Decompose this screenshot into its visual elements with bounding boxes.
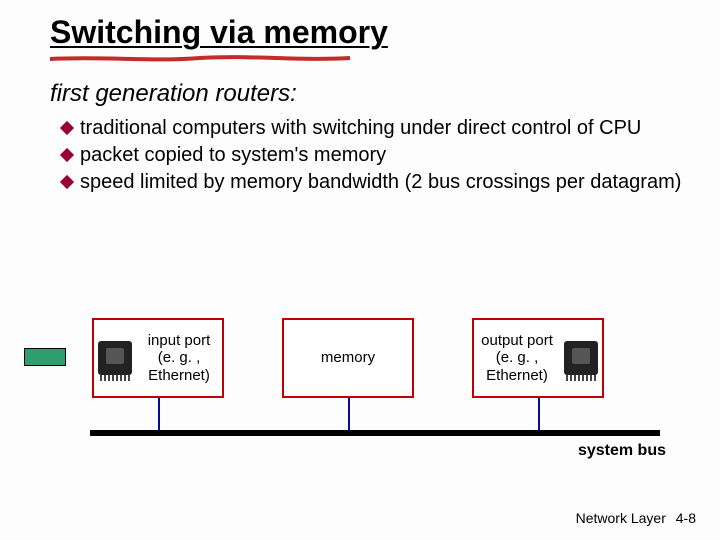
- bullet-list: traditional computers with switching und…: [62, 116, 692, 197]
- memory-box: memory: [282, 318, 414, 398]
- input-port-box: input port (e. g. , Ethernet): [92, 318, 224, 398]
- architecture-diagram: input port (e. g. , Ethernet) memory out…: [20, 290, 700, 460]
- slide-subtitle: first generation routers:: [50, 80, 297, 108]
- system-bus-line: [90, 430, 660, 436]
- system-bus-label: system bus: [578, 442, 666, 460]
- bullet-item: speed limited by memory bandwidth (2 bus…: [62, 170, 692, 195]
- output-port-label: output port (e. g. , Ethernet): [474, 332, 560, 384]
- diamond-icon: [60, 148, 74, 162]
- port-pins: [566, 375, 596, 381]
- slide-title: Switching via memory: [50, 14, 388, 51]
- footer-page-number: 4-8: [676, 510, 696, 526]
- title-underline-mark: [50, 50, 350, 58]
- output-port-box: output port (e. g. , Ethernet): [472, 318, 604, 398]
- diamond-icon: [60, 175, 74, 189]
- diamond-icon: [60, 121, 74, 135]
- bullet-text: speed limited by memory bandwidth (2 bus…: [80, 170, 692, 195]
- bullet-item: traditional computers with switching und…: [62, 116, 692, 141]
- bullet-text: packet copied to system's memory: [80, 143, 692, 168]
- title-block: Switching via memory: [50, 14, 388, 51]
- bullet-text: traditional computers with switching und…: [80, 116, 692, 141]
- memory-label: memory: [321, 349, 375, 366]
- ethernet-port-icon: [564, 341, 598, 375]
- bullet-item: packet copied to system's memory: [62, 143, 692, 168]
- port-pins: [100, 375, 130, 381]
- bus-connector: [158, 398, 160, 430]
- slide-footer: Network Layer 4-8: [576, 510, 696, 526]
- bus-connector: [348, 398, 350, 430]
- ethernet-port-icon: [98, 341, 132, 375]
- bus-connector: [538, 398, 540, 430]
- input-port-label: input port (e. g. , Ethernet): [136, 332, 222, 384]
- green-marker: [24, 348, 66, 366]
- footer-section: Network Layer: [576, 510, 666, 526]
